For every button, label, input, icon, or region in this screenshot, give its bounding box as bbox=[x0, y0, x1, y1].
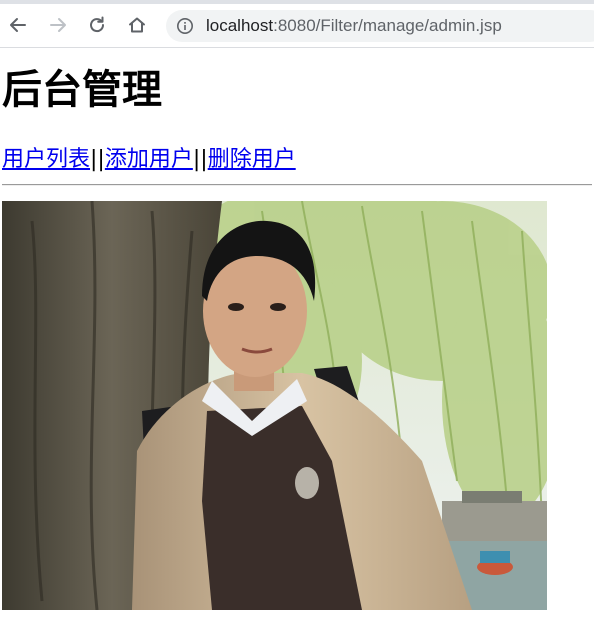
page-title: 后台管理 bbox=[2, 67, 162, 113]
add-user-link[interactable]: 添加用户 bbox=[105, 147, 193, 172]
home-icon bbox=[129, 17, 145, 33]
url-host: localhost bbox=[206, 16, 274, 35]
admin-nav-links: 用户列表||添加用户||删除用户 bbox=[2, 145, 296, 175]
forward-button[interactable] bbox=[44, 11, 72, 39]
portrait-photo bbox=[2, 201, 547, 610]
reload-icon bbox=[90, 16, 105, 33]
horizontal-divider bbox=[2, 184, 592, 186]
home-button[interactable] bbox=[123, 11, 151, 39]
address-bar[interactable]: localhost:8080/Filter/manage/admin.jsp bbox=[166, 10, 594, 42]
url-path: :8080/Filter/manage/admin.jsp bbox=[273, 16, 502, 35]
reload-button[interactable] bbox=[83, 11, 111, 39]
user-list-link[interactable]: 用户列表 bbox=[2, 147, 90, 172]
link-separator: || bbox=[192, 147, 208, 172]
info-icon[interactable] bbox=[176, 17, 194, 35]
back-button[interactable] bbox=[4, 11, 32, 39]
delete-user-link[interactable]: 删除用户 bbox=[208, 147, 296, 172]
arrow-right-icon bbox=[50, 18, 66, 32]
url-text[interactable]: localhost:8080/Filter/manage/admin.jsp bbox=[206, 16, 502, 36]
browser-toolbar: localhost:8080/Filter/manage/admin.jsp bbox=[0, 4, 594, 48]
arrow-left-icon bbox=[10, 18, 26, 32]
link-separator: || bbox=[90, 147, 105, 172]
page-content: 后台管理 用户列表||添加用户||删除用户 bbox=[0, 48, 594, 622]
